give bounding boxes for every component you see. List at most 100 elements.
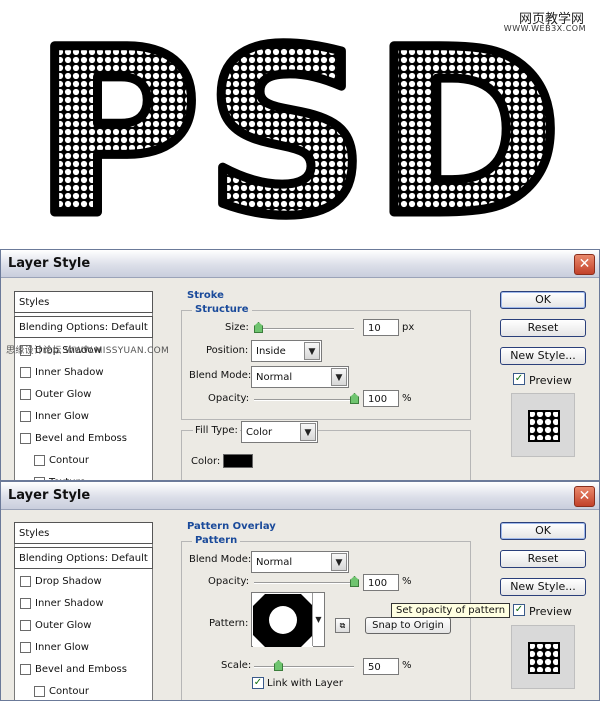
style-item-label: Inner Shadow bbox=[35, 598, 104, 609]
style-item-bevel-and-emboss[interactable]: Bevel and Emboss bbox=[15, 659, 152, 681]
fill-type-select[interactable]: Color ▼ bbox=[241, 421, 318, 443]
scale-unit: % bbox=[402, 660, 412, 671]
style-item-texture[interactable]: Texture bbox=[15, 472, 152, 480]
style-item-label: Bevel and Emboss bbox=[35, 664, 127, 675]
style-item-checkbox[interactable] bbox=[20, 433, 31, 444]
opacity-tooltip: Set opacity of pattern bbox=[391, 603, 511, 618]
opacity-unit: % bbox=[402, 393, 412, 404]
styles-header[interactable]: Styles bbox=[14, 291, 153, 313]
close-icon: ✕ bbox=[578, 256, 591, 272]
close-icon: ✕ bbox=[578, 488, 591, 504]
color-swatch[interactable] bbox=[223, 454, 253, 468]
link-with-layer-checkbox[interactable]: ✓ bbox=[252, 677, 264, 689]
style-item-checkbox[interactable] bbox=[20, 411, 31, 422]
group-title: Pattern bbox=[192, 535, 241, 546]
mid-watermark: 思缘设计论坛 WWW.MISSYUAN.COM bbox=[6, 346, 170, 356]
styles-list: Styles Blending Options: Default Drop Sh… bbox=[14, 522, 153, 700]
new-preset-icon[interactable]: ⧉ bbox=[335, 618, 350, 633]
style-item-checkbox[interactable] bbox=[20, 620, 31, 631]
opacity-input[interactable]: 100 bbox=[363, 390, 399, 407]
pattern-swatch-icon bbox=[253, 594, 313, 647]
style-item-label: Inner Shadow bbox=[35, 367, 104, 378]
preview-checkbox[interactable]: ✓ bbox=[513, 604, 525, 616]
preview-label: Preview bbox=[529, 374, 572, 387]
style-item-label: Inner Glow bbox=[35, 411, 89, 422]
style-item-checkbox[interactable] bbox=[20, 367, 31, 378]
blend-mode-select[interactable]: Normal ▼ bbox=[251, 366, 349, 388]
style-item-label: Outer Glow bbox=[35, 620, 92, 631]
style-item-drop-shadow[interactable]: Drop Shadow bbox=[15, 571, 152, 593]
style-item-bevel-and-emboss[interactable]: Bevel and Emboss bbox=[15, 428, 152, 450]
snap-to-origin-button[interactable]: Snap to Origin bbox=[365, 617, 451, 634]
styles-list: Styles Blending Options: Default Drop Sh… bbox=[14, 291, 153, 480]
layer-style-dialog-pattern: Layer Style ✕ Styles Blending Options: D… bbox=[0, 481, 600, 701]
new-style-button[interactable]: New Style... bbox=[500, 347, 586, 365]
ok-button[interactable]: OK bbox=[500, 522, 586, 540]
preview-checkbox[interactable]: ✓ bbox=[513, 373, 525, 385]
blend-mode-select[interactable]: Normal ▼ bbox=[251, 551, 349, 573]
pattern-dropdown-icon[interactable]: ▼ bbox=[312, 593, 324, 646]
new-style-button[interactable]: New Style... bbox=[500, 578, 586, 596]
dialog-title: Layer Style bbox=[8, 488, 91, 503]
section-title: Stroke bbox=[187, 290, 224, 301]
style-item-outer-glow[interactable]: Outer Glow bbox=[15, 615, 152, 637]
close-button[interactable]: ✕ bbox=[574, 254, 595, 275]
opacity-input[interactable]: 100 bbox=[363, 574, 399, 591]
reset-button[interactable]: Reset bbox=[500, 550, 586, 568]
size-slider[interactable] bbox=[254, 328, 354, 330]
scale-label: Scale: bbox=[221, 660, 252, 671]
fill-type-label: Fill Type: bbox=[193, 425, 240, 436]
ok-button[interactable]: OK bbox=[500, 291, 586, 309]
close-button[interactable]: ✕ bbox=[574, 486, 595, 507]
style-item-outer-glow[interactable]: Outer Glow bbox=[15, 384, 152, 406]
preview-label: Preview bbox=[529, 605, 572, 618]
style-item-checkbox[interactable] bbox=[20, 598, 31, 609]
reset-button[interactable]: Reset bbox=[500, 319, 586, 337]
style-item-label: Contour bbox=[49, 455, 89, 466]
opacity-slider[interactable] bbox=[254, 582, 354, 584]
size-unit: px bbox=[402, 322, 415, 333]
style-preview bbox=[511, 625, 575, 689]
style-item-label: Outer Glow bbox=[35, 389, 92, 400]
style-item-checkbox[interactable] bbox=[34, 686, 45, 697]
opacity-slider[interactable] bbox=[254, 399, 354, 401]
style-item-inner-shadow[interactable]: Inner Shadow bbox=[15, 593, 152, 615]
section-title: Pattern Overlay bbox=[187, 521, 276, 532]
blend-mode-label: Blend Mode: bbox=[189, 554, 252, 565]
chevron-down-icon: ▼ bbox=[331, 553, 347, 571]
style-item-checkbox[interactable] bbox=[34, 455, 45, 466]
scale-input[interactable]: 50 bbox=[363, 658, 399, 675]
title-bar[interactable]: Layer Style ✕ bbox=[1, 482, 599, 510]
style-item-inner-glow[interactable]: Inner Glow bbox=[15, 406, 152, 428]
chevron-down-icon: ▼ bbox=[304, 342, 320, 360]
title-bar[interactable]: Layer Style ✕ bbox=[1, 250, 599, 278]
link-with-layer-label: Link with Layer bbox=[267, 678, 343, 689]
position-select[interactable]: Inside ▼ bbox=[251, 340, 322, 362]
style-item-label: Bevel and Emboss bbox=[35, 433, 127, 444]
watermark-url: WWW.WEB3X.COM bbox=[503, 24, 586, 33]
size-input[interactable]: 10 bbox=[363, 319, 399, 336]
style-item-contour[interactable]: Contour bbox=[15, 681, 152, 700]
style-preview bbox=[511, 393, 575, 457]
position-label: Position: bbox=[206, 345, 249, 356]
preview-thumbnail-icon bbox=[528, 410, 560, 442]
style-item-checkbox[interactable] bbox=[20, 642, 31, 653]
style-item-inner-glow[interactable]: Inner Glow bbox=[15, 637, 152, 659]
scale-slider[interactable] bbox=[254, 666, 354, 668]
blending-options-item[interactable]: Blending Options: Default bbox=[14, 316, 153, 338]
pattern-label: Pattern: bbox=[209, 618, 249, 629]
style-item-checkbox[interactable] bbox=[20, 664, 31, 675]
style-item-inner-shadow[interactable]: Inner Shadow bbox=[15, 362, 152, 384]
styles-header[interactable]: Styles bbox=[14, 522, 153, 544]
blending-options-item[interactable]: Blending Options: Default bbox=[14, 547, 153, 569]
style-item-contour[interactable]: Contour bbox=[15, 450, 152, 472]
style-item-label: Contour bbox=[49, 686, 89, 697]
dialog-title: Layer Style bbox=[8, 256, 91, 271]
blend-mode-label: Blend Mode: bbox=[189, 370, 252, 381]
style-item-checkbox[interactable] bbox=[20, 389, 31, 400]
chevron-down-icon: ▼ bbox=[300, 423, 316, 441]
style-item-label: Inner Glow bbox=[35, 642, 89, 653]
style-item-checkbox[interactable] bbox=[20, 576, 31, 587]
pattern-picker[interactable]: ▼ bbox=[251, 592, 325, 647]
opacity-label: Opacity: bbox=[208, 576, 250, 587]
